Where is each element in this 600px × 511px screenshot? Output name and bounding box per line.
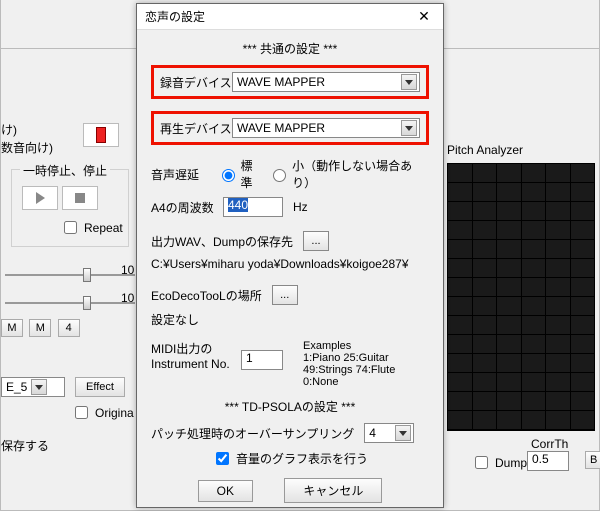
record-icon — [96, 127, 106, 143]
slider-2-value: 10 — [121, 291, 134, 305]
play-icon — [36, 192, 45, 204]
delay-standard-radio[interactable]: 標準 — [217, 157, 261, 191]
original-label: Origina — [95, 406, 134, 420]
dump-checkbox[interactable]: Dump — [471, 453, 527, 472]
slider-1-value: 10 — [121, 263, 134, 277]
outpath-label: 出力WAV、Dumpの保存先 — [151, 233, 293, 250]
dialog-titlebar: 恋声の設定 ✕ — [137, 4, 443, 30]
delay-small-radio[interactable]: 小（動作しない場合あり） — [268, 157, 421, 191]
settings-dialog: 恋声の設定 ✕ *** 共通の設定 *** 録音デバイス WAVE MAPPER… — [136, 3, 444, 508]
preset-select-value: E_5 — [6, 380, 27, 394]
playback-group-title: 一時停止、停止 — [20, 162, 110, 179]
volgraph-label: 音量のグラフ表示を行う — [236, 450, 368, 467]
a4-label: A4の周波数 — [151, 199, 223, 216]
midi-label-1: MIDI出力の — [151, 340, 241, 357]
outpath-value: C:¥Users¥miharu yoda¥Downloads¥koigoe287… — [151, 257, 429, 271]
left-cutoff-text-1: け) — [1, 121, 17, 138]
a4-row: A4の周波数 440 Hz — [151, 197, 429, 217]
chevron-down-icon — [401, 74, 417, 90]
pause-button[interactable] — [22, 186, 58, 210]
midi-examples-3: 0:None — [303, 376, 395, 388]
chevron-down-icon — [395, 425, 411, 441]
playback-group: 一時停止、停止 Repeat — [11, 169, 129, 247]
memory-button-1[interactable]: M — [1, 319, 23, 337]
left-cutoff-text-2: 数音向け) — [1, 139, 53, 156]
corrth-label: CorrTh — [531, 437, 568, 451]
record-device-row: 録音デバイス WAVE MAPPER — [151, 65, 429, 99]
midi-examples-header: Examples — [303, 340, 395, 352]
slider-2[interactable] — [5, 287, 135, 319]
delay-row: 音声遅延 標準 小（動作しない場合あり） — [151, 157, 429, 191]
midi-examples-1: 1:Piano 25:Guitar — [303, 352, 395, 364]
outpath-browse-button[interactable]: ... — [303, 231, 329, 251]
delay-label: 音声遅延 — [151, 166, 217, 183]
volgraph-row: 音量のグラフ表示を行う — [151, 449, 429, 468]
common-section-title: *** 共通の設定 *** — [151, 40, 429, 57]
playback-device-select[interactable]: WAVE MAPPER — [232, 118, 420, 138]
delay-small-label: 小（動作しない場合あり） — [292, 157, 421, 191]
dialog-title: 恋声の設定 — [145, 8, 205, 25]
eco-value: 設定なし — [151, 311, 429, 328]
record-device-value: WAVE MAPPER — [237, 75, 325, 89]
midi-instrument-input[interactable]: 1 — [241, 350, 283, 370]
eco-row: EcoDecoTooLの場所 ... — [151, 285, 429, 305]
stop-button[interactable] — [62, 186, 98, 210]
save-label: 保存する — [1, 437, 49, 454]
delay-standard-label: 標準 — [241, 157, 261, 191]
preset-select[interactable]: E_5 — [1, 377, 65, 397]
corrth-input[interactable]: 0.5 — [527, 451, 569, 471]
repeat-label: Repeat — [84, 221, 123, 235]
pitch-analyzer-grid — [447, 163, 595, 431]
chevron-down-icon — [31, 379, 47, 395]
close-icon: ✕ — [418, 8, 430, 25]
eco-browse-button[interactable]: ... — [272, 285, 298, 305]
oversample-select[interactable]: 4 — [364, 423, 414, 443]
a4-unit: Hz — [293, 200, 308, 214]
playback-device-value: WAVE MAPPER — [237, 121, 325, 135]
a4-input[interactable]: 440 — [223, 197, 283, 217]
record-button[interactable] — [83, 123, 119, 147]
midi-label-2: Instrument No. — [151, 357, 241, 371]
repeat-checkbox[interactable]: Repeat — [60, 218, 123, 237]
playback-device-label: 再生デバイス — [160, 120, 232, 137]
midi-examples-2: 49:Strings 74:Flute — [303, 364, 395, 376]
record-device-label: 録音デバイス — [160, 74, 232, 91]
record-device-select[interactable]: WAVE MAPPER — [232, 72, 420, 92]
original-checkbox[interactable]: Origina — [71, 403, 134, 422]
outpath-row: 出力WAV、Dumpの保存先 ... — [151, 231, 429, 251]
dialog-body: *** 共通の設定 *** 録音デバイス WAVE MAPPER 再生デバイス … — [137, 30, 443, 509]
tdpsola-section-title: *** TD-PSOLAの設定 *** — [151, 398, 429, 415]
memory-button-2[interactable]: M — [29, 319, 51, 337]
a4-value: 440 — [228, 198, 248, 212]
midi-row: MIDI出力の Instrument No. 1 Examples 1:Pian… — [151, 340, 429, 388]
cancel-button[interactable]: キャンセル — [284, 478, 382, 503]
ok-button[interactable]: OK — [198, 480, 253, 502]
stop-icon — [75, 193, 85, 203]
eco-label: EcoDecoTooLの場所 — [151, 287, 262, 304]
volgraph-checkbox[interactable]: 音量のグラフ表示を行う — [212, 449, 368, 468]
playback-device-row: 再生デバイス WAVE MAPPER — [151, 111, 429, 145]
memory-button-4[interactable]: 4 — [58, 319, 80, 337]
effect-button[interactable]: Effect — [75, 377, 125, 397]
oversample-row: パッチ処理時のオーバーサンプリング 4 — [151, 423, 429, 443]
dialog-footer: OK キャンセル — [151, 478, 429, 503]
b-button[interactable]: B — [585, 451, 600, 469]
oversample-label: パッチ処理時のオーバーサンプリング — [151, 425, 354, 442]
dump-label: Dump — [495, 456, 527, 470]
pitch-analyzer-title: Pitch Analyzer — [447, 143, 523, 157]
oversample-value: 4 — [369, 426, 376, 440]
close-button[interactable]: ✕ — [409, 6, 439, 28]
chevron-down-icon — [401, 120, 417, 136]
